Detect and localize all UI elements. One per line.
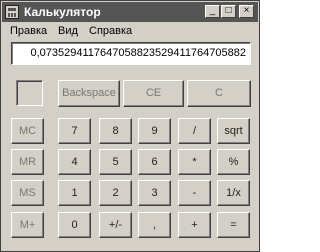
menu-help[interactable]: Справка	[89, 25, 132, 37]
clear-entry-button[interactable]: CE	[123, 80, 184, 107]
result-display: 0,0735294117647058823529411764705882	[11, 42, 251, 65]
maximize-button[interactable]: □	[221, 5, 236, 18]
memory-recall-button[interactable]: MR	[11, 149, 44, 175]
backspace-button[interactable]: Backspace	[58, 80, 120, 107]
menu-bar: Правка Вид Справка	[2, 22, 258, 40]
percent-button[interactable]: %	[217, 149, 250, 175]
memory-store-button[interactable]: MS	[11, 180, 44, 206]
sqrt-button[interactable]: sqrt	[217, 118, 250, 144]
subtract-button[interactable]: -	[178, 180, 211, 206]
menu-view[interactable]: Вид	[58, 25, 78, 37]
digit-6-button[interactable]: 6	[138, 149, 171, 175]
digit-9-button[interactable]: 9	[138, 118, 171, 144]
reciprocal-button[interactable]: 1/x	[217, 180, 250, 206]
title-bar[interactable]: Калькулятор _ □ ×	[2, 2, 258, 22]
digit-5-button[interactable]: 5	[99, 149, 132, 175]
memory-add-button[interactable]: M+	[11, 212, 44, 238]
calculator-icon	[5, 5, 19, 19]
menu-edit[interactable]: Правка	[10, 25, 47, 37]
close-button[interactable]: ×	[239, 5, 254, 18]
digit-7-button[interactable]: 7	[58, 118, 91, 144]
add-button[interactable]: +	[178, 212, 211, 238]
minimize-button[interactable]: _	[205, 5, 220, 18]
memory-clear-button[interactable]: MC	[11, 118, 44, 144]
memory-indicator	[16, 80, 43, 106]
clear-button[interactable]: C	[187, 80, 251, 107]
divide-button[interactable]: /	[178, 118, 211, 144]
multiply-button[interactable]: *	[178, 149, 211, 175]
negate-button[interactable]: +/-	[99, 212, 132, 238]
calculator-window: Калькулятор _ □ × Правка Вид Справка 0,0…	[0, 0, 260, 252]
digit-3-button[interactable]: 3	[138, 180, 171, 206]
digit-8-button[interactable]: 8	[99, 118, 132, 144]
digit-2-button[interactable]: 2	[99, 180, 132, 206]
digit-4-button[interactable]: 4	[58, 149, 91, 175]
equals-button[interactable]: =	[217, 212, 250, 238]
digit-1-button[interactable]: 1	[58, 180, 91, 206]
window-title: Калькулятор	[24, 5, 101, 19]
digit-0-button[interactable]: 0	[58, 212, 91, 238]
decimal-separator-button[interactable]: ,	[138, 212, 171, 238]
